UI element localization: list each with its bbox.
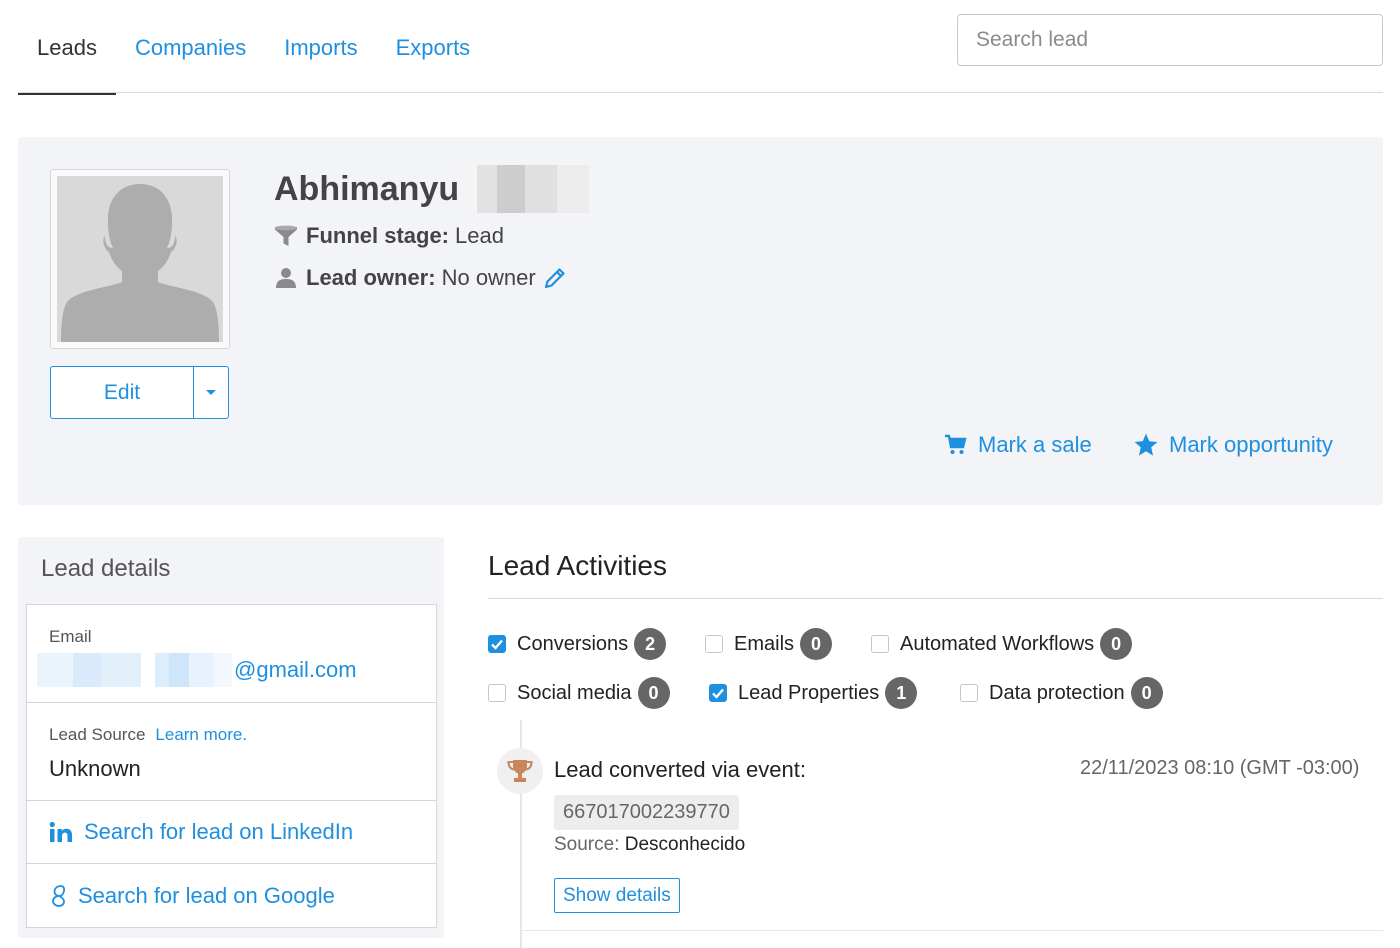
lead-name: Abhimanyu xyxy=(274,169,460,208)
emails-checkbox[interactable] xyxy=(705,635,723,653)
redacted-email-user xyxy=(37,653,232,687)
tab-leads[interactable]: Leads xyxy=(18,0,116,95)
lead-details-panel: Lead details Email @gmail.com Lead Sourc… xyxy=(18,537,444,938)
emails-count-badge: 0 xyxy=(800,628,833,660)
cart-icon xyxy=(945,434,967,454)
timeline-event-marker xyxy=(497,748,543,794)
filter-conversions-label: Conversions xyxy=(517,632,629,655)
check-icon xyxy=(712,688,724,699)
lead-activities-title: Lead Activities xyxy=(488,550,667,581)
lead-owner-row: Lead owner: No owner xyxy=(274,265,567,291)
google-icon xyxy=(52,884,66,907)
data-protection-checkbox[interactable] xyxy=(960,684,978,702)
edit-button-group: Edit xyxy=(50,366,229,419)
tab-bar: Leads Companies Imports Exports xyxy=(18,0,489,95)
email-item: Email @gmail.com xyxy=(27,605,436,703)
conversions-count-badge: 2 xyxy=(634,628,667,660)
linkedin-icon xyxy=(49,821,72,842)
event-title: Lead converted via event: xyxy=(554,757,806,782)
email-domain: @gmail.com xyxy=(234,657,357,682)
automated-workflows-checkbox[interactable] xyxy=(871,635,889,653)
filter-conversions[interactable]: Conversions 2 xyxy=(488,628,667,660)
filter-data-protection[interactable]: Data protection 0 xyxy=(960,677,1163,709)
tab-imports[interactable]: Imports xyxy=(265,0,376,95)
event-source: Source: Desconhecido xyxy=(554,834,745,856)
lead-properties-count-badge: 1 xyxy=(885,677,918,709)
filter-automated-workflows[interactable]: Automated Workflows 0 xyxy=(871,628,1133,660)
lead-owner-label: Lead owner: xyxy=(306,265,436,290)
top-navigation: Leads Companies Imports Exports xyxy=(18,0,1383,95)
nav-divider xyxy=(18,92,1383,93)
mark-sale-label: Mark a sale xyxy=(978,432,1092,457)
edit-button[interactable]: Edit xyxy=(51,367,194,418)
event-source-value: Desconhecido xyxy=(624,834,746,855)
filter-social-media-label: Social media xyxy=(517,681,632,704)
trophy-icon xyxy=(507,760,533,782)
person-silhouette-icon xyxy=(57,176,223,342)
lead-name-row: Abhimanyu xyxy=(274,164,590,214)
lead-header-card: Edit Abhimanyu Funnel stage: Lead Lead o… xyxy=(18,137,1383,505)
filter-emails-label: Emails xyxy=(734,632,795,655)
mark-sale-link[interactable]: Mark a sale xyxy=(944,432,1092,458)
activities-divider xyxy=(488,598,1383,599)
funnel-stage-value: Lead xyxy=(455,223,504,248)
lead-properties-checkbox[interactable] xyxy=(709,684,727,702)
email-value[interactable]: @gmail.com xyxy=(37,653,357,687)
funnel-icon xyxy=(274,224,298,248)
mark-opportunity-link[interactable]: Mark opportunity xyxy=(1133,432,1333,458)
google-search-link[interactable]: Search for lead on Google xyxy=(27,864,436,927)
show-details-button[interactable]: Show details xyxy=(554,878,680,913)
filter-automated-workflows-label: Automated Workflows xyxy=(900,632,1095,655)
user-icon xyxy=(274,266,298,290)
avatar xyxy=(50,169,230,349)
linkedin-search-label: Search for lead on LinkedIn xyxy=(84,819,354,844)
search-lead-input[interactable] xyxy=(957,14,1383,66)
conversions-checkbox[interactable] xyxy=(488,635,506,653)
pencil-icon[interactable] xyxy=(543,266,567,290)
redacted-surname xyxy=(461,165,590,213)
filter-emails[interactable]: Emails 0 xyxy=(705,628,833,660)
filter-social-media[interactable]: Social media 0 xyxy=(488,677,670,709)
automated-workflows-count-badge: 0 xyxy=(1100,628,1133,660)
event-source-label: Source: xyxy=(554,834,620,855)
mark-opportunity-label: Mark opportunity xyxy=(1169,432,1333,457)
email-label: Email xyxy=(49,627,92,646)
linkedin-search-link[interactable]: Search for lead on LinkedIn xyxy=(27,801,436,864)
tab-companies[interactable]: Companies xyxy=(116,0,265,95)
check-icon xyxy=(491,639,503,650)
event-divider xyxy=(520,930,1383,931)
event-timestamp: 22/11/2023 08:10 (GMT -03:00) xyxy=(1080,757,1360,779)
lead-source-value: Unknown xyxy=(49,756,141,781)
lead-details-list: Email @gmail.com Lead Source Learn more. xyxy=(26,604,437,928)
lead-source-label-row: Lead Source Learn more. xyxy=(49,725,247,745)
edit-dropdown-toggle[interactable] xyxy=(194,367,228,418)
social-media-checkbox[interactable] xyxy=(488,684,506,702)
funnel-stage-row: Funnel stage: Lead xyxy=(274,223,504,249)
lead-source-item: Lead Source Learn more. Unknown xyxy=(27,703,436,801)
tab-exports[interactable]: Exports xyxy=(377,0,490,95)
caret-down-icon xyxy=(206,390,216,395)
filter-lead-properties-label: Lead Properties xyxy=(738,681,880,704)
event-id-tag: 667017002239770 xyxy=(554,795,739,830)
google-search-label: Search for lead on Google xyxy=(78,882,335,908)
social-media-count-badge: 0 xyxy=(637,677,670,709)
filter-data-protection-label: Data protection xyxy=(989,681,1125,704)
lead-details-title: Lead details xyxy=(41,555,171,582)
learn-more-link[interactable]: Learn more. xyxy=(155,725,247,744)
filter-lead-properties[interactable]: Lead Properties 1 xyxy=(709,677,918,709)
star-icon xyxy=(1134,433,1158,456)
funnel-stage-label: Funnel stage: xyxy=(306,223,450,248)
lead-owner-value: No owner xyxy=(441,265,536,290)
data-protection-count-badge: 0 xyxy=(1130,677,1163,709)
lead-source-label: Lead Source xyxy=(49,725,146,744)
